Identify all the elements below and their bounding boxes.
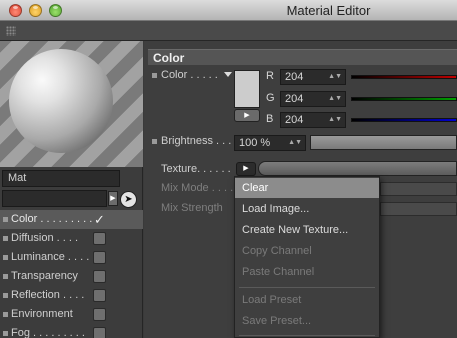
channel-label: Environment [11,308,73,320]
r-value: 204 [285,71,304,83]
channel-square-icon [3,236,8,241]
menu-item-load-preset: Load Preset [242,294,302,306]
texture-menu-button[interactable]: ▶ [236,162,256,176]
g-slider[interactable] [351,97,457,101]
channel-checkbox[interactable] [93,270,106,283]
channel-checkbox[interactable] [93,308,106,321]
channel-item-color[interactable]: Color . . . . . . . . . ✓ [0,210,143,229]
left-panel: Mat ▶ ➤ Color . . . . . . . . . ✓ Diffus… [0,41,143,338]
b-slider[interactable] [351,118,457,122]
b-label: B [266,113,274,125]
channel-checkbox[interactable]: ✓ [93,213,106,226]
menu-item-copy-channel: Copy Channel [242,245,312,257]
material-preview[interactable] [0,41,143,167]
channel-label: Color . . . . . . . . . [11,213,93,225]
material-name-field[interactable]: Mat [2,170,120,187]
channel-label: Diffusion . . . . [11,232,79,244]
channel-square-icon [3,331,8,336]
r-value-field[interactable]: 204 ▲▼ [280,69,346,85]
pick-cursor-icon[interactable]: ➤ [120,191,137,208]
channel-label: Reflection . . . . [11,289,85,301]
r-label: R [266,70,274,82]
menu-item-save-preset: Save Preset... [242,315,312,327]
color-mode-dropdown-icon[interactable] [224,72,232,77]
g-value: 204 [285,93,304,105]
b-value-field[interactable]: 204 ▲▼ [280,112,346,128]
channel-label: Fog . . . . . . . . . [11,327,85,338]
color-swatch[interactable] [234,70,260,108]
spinner-arrows-icon[interactable]: ▲▼ [328,113,342,127]
channel-item-transparency[interactable]: Transparency [0,267,143,286]
minimize-window-button[interactable] [29,4,42,17]
brightness-animate-icon[interactable] [152,139,157,144]
spinner-arrows-icon[interactable]: ▲▼ [328,70,342,84]
texture-label: Texture. . . . . . [161,163,231,175]
menu-separator [239,287,375,288]
brightness-slider[interactable] [310,135,457,150]
g-value-field[interactable]: 204 ▲▼ [280,91,346,107]
layer-arrow-button[interactable]: ▶ [108,191,118,206]
channel-checkbox[interactable] [93,251,106,264]
channel-square-icon [3,255,8,260]
toolbar [0,21,457,41]
channel-checkbox[interactable] [93,327,106,338]
channel-item-luminance[interactable]: Luminance . . . . [0,248,143,267]
color-picker-button[interactable]: ▶ [234,109,260,122]
brightness-field[interactable]: 100 % ▲▼ [234,135,306,151]
channel-square-icon [3,217,8,222]
channel-item-fog[interactable]: Fog . . . . . . . . . [0,324,143,338]
title-bar: Material Editor [0,0,457,21]
mix-strength-slider[interactable] [380,202,457,216]
channel-checkbox[interactable] [93,232,106,245]
texture-popup-menu: Clear Load Image... Create New Texture..… [234,176,380,338]
mix-strength-label: Mix Strength [161,202,223,214]
color-animate-icon[interactable] [152,73,157,78]
g-label: G [266,92,275,104]
channel-label: Transparency [11,270,78,282]
channel-item-reflection[interactable]: Reflection . . . . [0,286,143,305]
b-value: 204 [285,114,304,126]
color-label: Color . . . . . [161,69,218,81]
channel-list: Color . . . . . . . . . ✓ Diffusion . . … [0,210,143,338]
menu-item-paste-channel: Paste Channel [242,266,315,278]
channel-square-icon [3,312,8,317]
close-window-button[interactable] [9,4,22,17]
brightness-label: Brightness . . . [161,135,232,147]
channel-square-icon [3,274,8,279]
mix-mode-label: Mix Mode . . . . . [161,182,240,194]
zoom-window-button[interactable] [49,4,62,17]
r-slider[interactable] [351,75,457,79]
brightness-value: 100 % [239,137,271,149]
spinner-arrows-icon[interactable]: ▲▼ [328,92,342,106]
window-title: Material Editor [286,3,371,18]
preview-sphere [9,49,113,153]
menu-item-clear[interactable]: Clear [235,178,379,198]
channel-item-environment[interactable]: Environment [0,305,143,324]
menu-item-load-image[interactable]: Load Image... [235,199,379,219]
layer-field[interactable] [2,190,107,207]
texture-field[interactable] [258,161,457,176]
section-header: Color [148,49,457,65]
channel-square-icon [3,293,8,298]
channel-checkbox[interactable] [93,289,106,302]
channel-label: Luminance . . . . [11,251,90,263]
spinner-arrows-icon[interactable]: ▲▼ [288,136,302,150]
channel-item-diffusion[interactable]: Diffusion . . . . [0,229,143,248]
mix-mode-dropdown[interactable] [380,182,457,196]
grip-handle-icon[interactable] [6,26,16,36]
menu-separator [239,335,375,336]
menu-item-create-new-texture[interactable]: Create New Texture... [235,220,379,240]
